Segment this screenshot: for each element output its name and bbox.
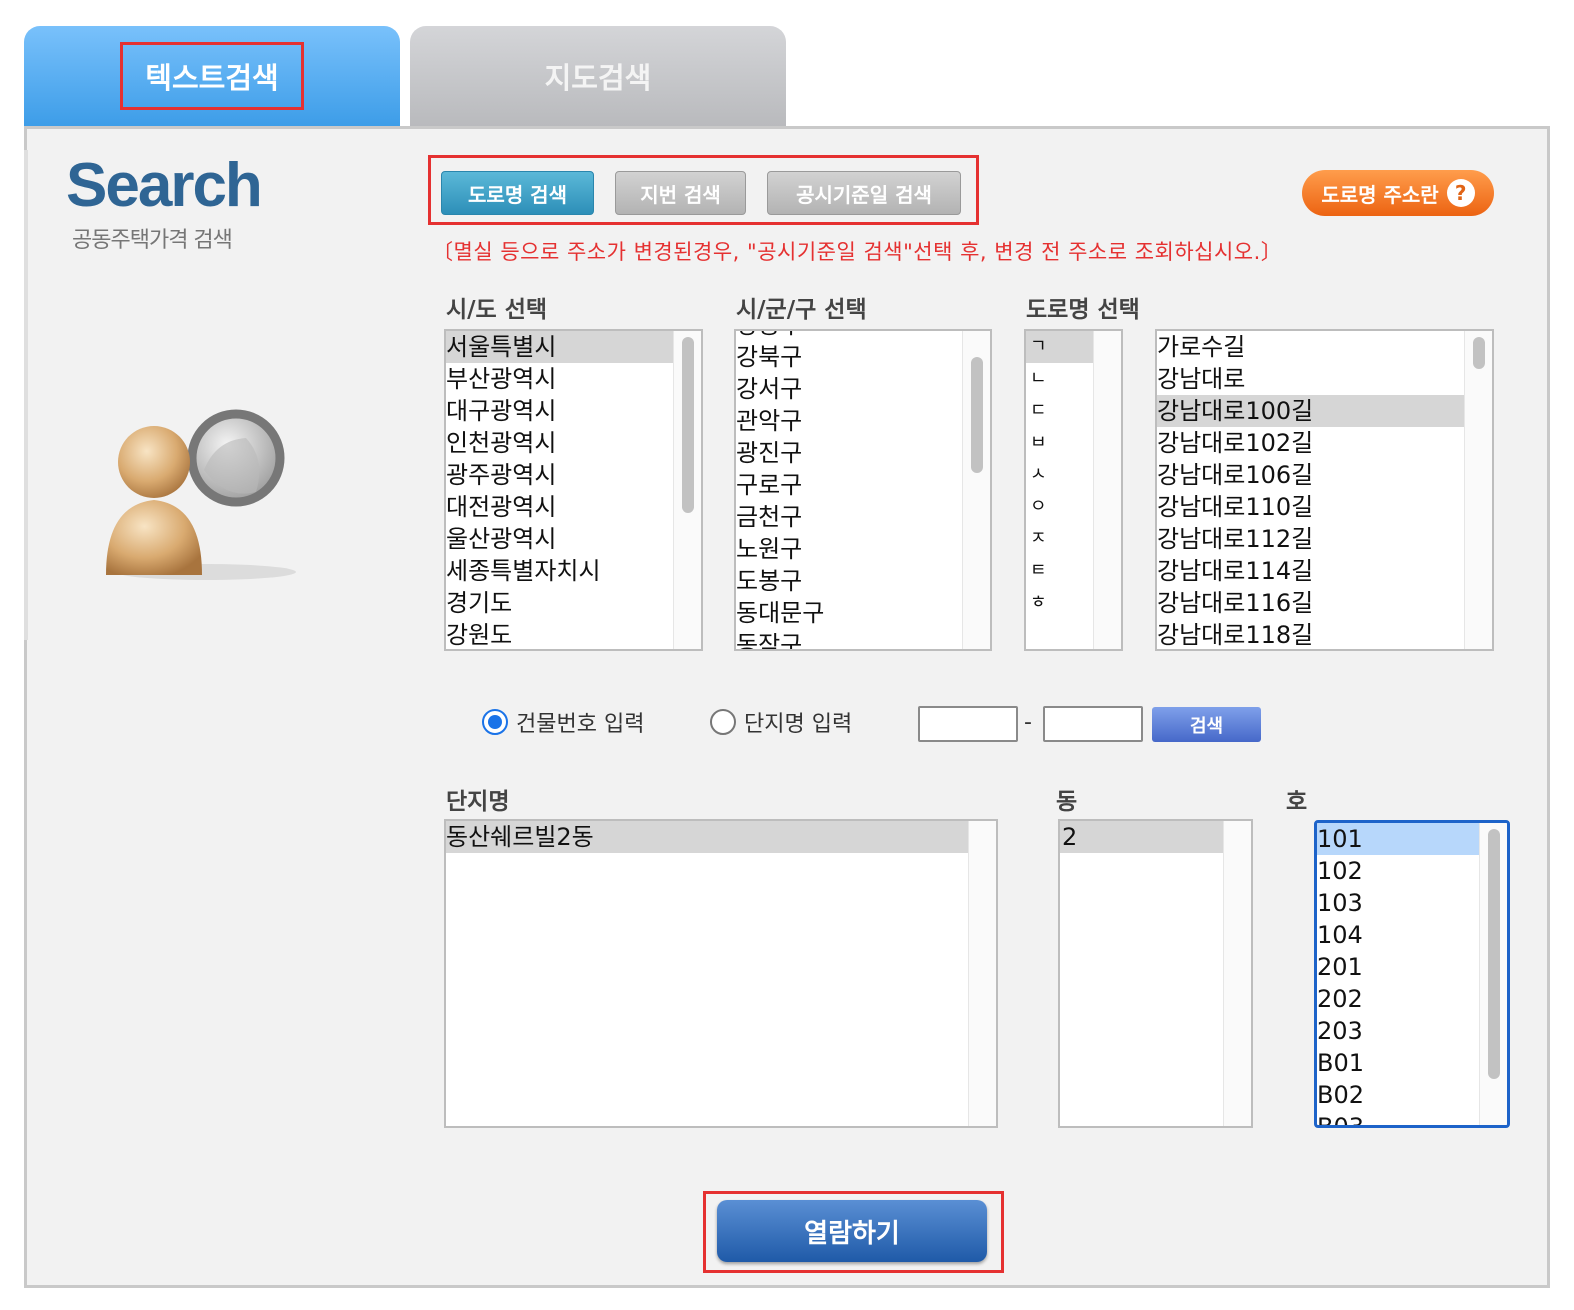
list-item[interactable]: ㄷ — [1026, 395, 1093, 427]
list-item[interactable]: 강남대로 — [1157, 363, 1464, 395]
list-item[interactable]: 강남대로116길 — [1157, 587, 1464, 619]
list-item[interactable]: 광주광역시 — [446, 459, 673, 491]
initial-consonant-listbox[interactable]: ㄱ ㄴ ㄷ ㅂ ㅅ ㅇ ㅈ ㅌ ㅎ — [1024, 329, 1123, 651]
list-item[interactable]: 강북구 — [736, 341, 962, 373]
complex-scrollbar[interactable] — [968, 821, 996, 1126]
list-item[interactable]: 강남대로114길 — [1157, 555, 1464, 587]
dong-listbox[interactable]: 2 — [1058, 819, 1253, 1128]
list-item[interactable]: 서울특별시 — [446, 331, 673, 363]
notice-text: 〔멸실 등으로 주소가 변경된경우, "공시기준일 검색"선택 후, 변경 전 … — [432, 240, 1283, 264]
number-separator: - — [1024, 710, 1032, 735]
list-item[interactable]: 203 — [1317, 1015, 1479, 1047]
list-item[interactable]: 102 — [1317, 855, 1479, 887]
tab-text-search[interactable]: 텍스트검색 — [24, 26, 400, 126]
list-item[interactable]: 세종특별자치시 — [446, 555, 673, 587]
list-item[interactable]: 동작구 — [736, 629, 962, 649]
sigungu-label: 시/군/구 선택 — [736, 297, 867, 323]
list-item[interactable]: ㄱ — [1026, 331, 1093, 363]
list-item[interactable]: 금천구 — [736, 501, 962, 533]
search-button[interactable]: 검색 — [1152, 707, 1261, 742]
panel-divider — [24, 150, 28, 640]
list-item[interactable]: 도봉구 — [736, 565, 962, 597]
list-item[interactable]: ㅈ — [1026, 523, 1093, 555]
list-item[interactable]: B01 — [1317, 1047, 1479, 1079]
ho-listbox[interactable]: 101 102 103 104 201 202 203 B01 B02 B03 — [1314, 820, 1510, 1128]
list-item[interactable]: 2 — [1060, 821, 1223, 853]
list-item[interactable]: ㅎ — [1026, 587, 1093, 619]
list-item[interactable]: 강남대로106길 — [1157, 459, 1464, 491]
list-item[interactable]: 대구광역시 — [446, 395, 673, 427]
list-item[interactable]: 103 — [1317, 887, 1479, 919]
view-button[interactable]: 열람하기 — [717, 1200, 987, 1262]
list-item[interactable]: ㅌ — [1026, 555, 1093, 587]
complex-label: 단지명 — [446, 789, 510, 815]
list-item[interactable]: 104 — [1317, 919, 1479, 951]
list-item[interactable]: 노원구 — [736, 533, 962, 565]
list-item[interactable]: 관악구 — [736, 405, 962, 437]
list-item[interactable]: ㅂ — [1026, 427, 1093, 459]
list-item[interactable]: B03 — [1317, 1111, 1479, 1125]
ho-label: 호 — [1286, 789, 1308, 815]
dong-label: 동 — [1056, 789, 1078, 815]
list-item[interactable]: ㅅ — [1026, 459, 1093, 491]
building-number-radio-label: 건물번호 입력 — [516, 712, 645, 737]
list-item[interactable]: 강남대로110길 — [1157, 491, 1464, 523]
list-item[interactable]: 강남대로118길 — [1157, 619, 1464, 649]
list-item[interactable]: 강남대로100길 — [1157, 395, 1464, 427]
question-icon: ? — [1446, 179, 1475, 207]
sido-label: 시/도 선택 — [446, 297, 548, 323]
list-item[interactable]: 울산광역시 — [446, 523, 673, 555]
tab-map-search-label: 지도검색 — [544, 61, 652, 95]
sigungu-listbox[interactable]: 강동구 강북구 강서구 관악구 광진구 구로구 금천구 노원구 도봉구 동대문구… — [734, 329, 992, 651]
sub-number-input[interactable] — [1043, 706, 1143, 742]
radio-checked-icon — [482, 709, 508, 735]
list-item[interactable]: 201 — [1317, 951, 1479, 983]
complex-listbox[interactable]: 동산쉐르빌2동 — [444, 819, 998, 1128]
initial-scrollbar[interactable] — [1093, 331, 1121, 649]
road-scrollbar[interactable] — [1464, 331, 1492, 649]
road-address-help-button[interactable]: 도로명 주소란 ? — [1302, 170, 1494, 216]
sigungu-scrollbar[interactable] — [962, 331, 990, 649]
person-magnifier-illustration — [106, 409, 296, 580]
complex-name-radio-label: 단지명 입력 — [744, 712, 853, 737]
list-item[interactable]: 부산광역시 — [446, 363, 673, 395]
tab-text-search-label: 텍스트검색 — [120, 42, 304, 110]
list-item[interactable]: 202 — [1317, 983, 1479, 1015]
complex-name-radio[interactable]: 단지명 입력 — [710, 706, 852, 738]
road-label: 도로명 선택 — [1026, 297, 1140, 323]
road-name-search-tab[interactable]: 도로명 검색 — [441, 171, 594, 215]
main-number-input[interactable] — [918, 706, 1018, 742]
ho-scrollbar[interactable] — [1479, 823, 1507, 1125]
lot-number-search-tab[interactable]: 지번 검색 — [615, 171, 746, 215]
list-item[interactable]: ㄴ — [1026, 363, 1093, 395]
list-item[interactable]: 강서구 — [736, 373, 962, 405]
notice-date-search-tab[interactable]: 공시기준일 검색 — [767, 171, 961, 215]
tab-map-search[interactable]: 지도검색 — [410, 26, 786, 126]
list-item[interactable]: 광진구 — [736, 437, 962, 469]
search-logo-subtitle: 공동주택가격 검색 — [72, 228, 233, 253]
radio-unchecked-icon — [710, 709, 736, 735]
list-item[interactable]: 강동구 — [736, 331, 962, 341]
list-item[interactable]: 가로수길 — [1157, 331, 1464, 363]
road-address-help-label: 도로명 주소란 — [1321, 182, 1439, 207]
building-number-radio[interactable]: 건물번호 입력 — [482, 706, 644, 738]
road-listbox[interactable]: 가로수길 강남대로 강남대로100길 강남대로102길 강남대로106길 강남대… — [1155, 329, 1494, 651]
list-item[interactable]: B02 — [1317, 1079, 1479, 1111]
sido-listbox[interactable]: 서울특별시 부산광역시 대구광역시 인천광역시 광주광역시 대전광역시 울산광역… — [444, 329, 703, 651]
list-item[interactable]: 대전광역시 — [446, 491, 673, 523]
list-item[interactable]: 강원도 — [446, 619, 673, 649]
list-item[interactable]: 동산쉐르빌2동 — [446, 821, 968, 853]
search-logo-title: Search — [66, 151, 263, 220]
list-item[interactable]: 강남대로102길 — [1157, 427, 1464, 459]
list-item[interactable]: 인천광역시 — [446, 427, 673, 459]
list-item[interactable]: 101 — [1317, 823, 1479, 855]
list-item[interactable]: 경기도 — [446, 587, 673, 619]
list-item[interactable]: 강남대로112길 — [1157, 523, 1464, 555]
dong-scrollbar[interactable] — [1223, 821, 1251, 1126]
list-item[interactable]: 동대문구 — [736, 597, 962, 629]
sido-scrollbar[interactable] — [673, 331, 701, 649]
list-item[interactable]: ㅇ — [1026, 491, 1093, 523]
list-item[interactable]: 구로구 — [736, 469, 962, 501]
